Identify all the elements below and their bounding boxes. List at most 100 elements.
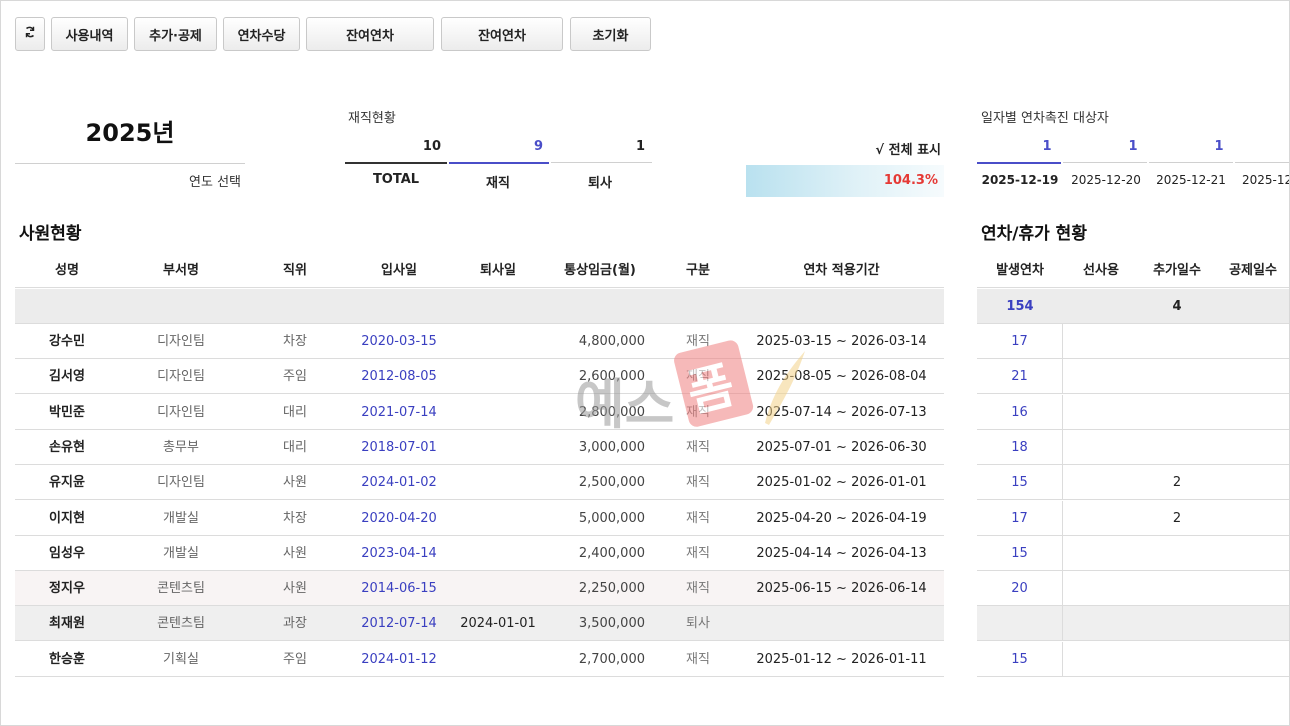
- table-row[interactable]: 강수민 디자인팀 차장 2020-03-15 4,800,000 재직 2025-03-15…: [15, 324, 944, 359]
- tab-total[interactable]: TOTAL: [345, 172, 447, 187]
- promo-date[interactable]: 2025-12: [1234, 173, 1289, 187]
- table-row[interactable]: 임성우 개발실 사원 2023-04-14 2,400,000 재직 2025-04-14 …: [15, 536, 944, 571]
- position: 사원: [283, 581, 307, 597]
- leave-date: [451, 324, 545, 359]
- table-row[interactable]: 이지현 개발실 차장 2020-04-20 5,000,000 재직 2025-04-20 …: [15, 501, 944, 536]
- column-header: 연차 적용기간: [803, 263, 880, 278]
- leave-date: [451, 430, 545, 465]
- employees-section-title: 사원현황: [19, 224, 82, 244]
- divider: [15, 163, 245, 164]
- promo-count[interactable]: 1: [1176, 139, 1262, 154]
- position: 사원: [283, 475, 307, 491]
- employment-status-title: 재직현황: [348, 111, 396, 126]
- table-row[interactable]: 유지윤 디자인팀 사원 2024-01-02 2,500,000 재직 2025-01-02…: [15, 465, 944, 501]
- status: 재직: [686, 510, 710, 526]
- leave-period: 2025-08-05 ~ 2026-08-04: [756, 369, 927, 385]
- app-window: 사용내역 추가·공제 연차수당 잔여연차 잔여연차 초기화 2025년 연도 선…: [0, 0, 1290, 726]
- retired-underline: [551, 162, 652, 163]
- department: 디자인팀: [157, 369, 205, 385]
- position: 주임: [283, 651, 307, 667]
- usage-history-button[interactable]: 사용내역: [51, 17, 128, 51]
- table-row[interactable]: 15: [977, 535, 1289, 571]
- table-row[interactable]: 한승훈 기획실 주임 2024-01-12 2,700,000 재직 2025-01-12 …: [15, 642, 944, 677]
- pre-use: [1063, 359, 1139, 394]
- promo-underline: [1063, 162, 1147, 163]
- join-date: 2020-04-20: [361, 510, 437, 526]
- table-row[interactable]: 15: [977, 641, 1289, 677]
- tab-active[interactable]: 재직: [447, 172, 549, 191]
- status: 퇴사: [686, 616, 710, 632]
- status: 재직: [686, 651, 710, 667]
- show-all-toggle[interactable]: √ 전체 표시: [851, 139, 941, 158]
- pre-use: [1063, 606, 1139, 641]
- column-header: 추가일수: [1153, 263, 1201, 278]
- table-row[interactable]: 21: [977, 359, 1289, 395]
- occurred-leave: 17: [977, 324, 1063, 359]
- table-row[interactable]: 김서영 디자인팀 주임 2012-08-05 2,600,000 재직 2025-08-05…: [15, 359, 944, 395]
- leave-section-title: 연차/휴가 현황: [981, 224, 1087, 244]
- table-row[interactable]: [977, 606, 1289, 642]
- table-row[interactable]: 손유현 총무부 대리 2018-07-01 3,000,000 재직 2025-07-01 …: [15, 430, 944, 465]
- column-header: 성명: [55, 263, 79, 278]
- pre-use: [1063, 642, 1139, 677]
- refresh-icon: [23, 25, 37, 43]
- summary-row: [15, 289, 944, 324]
- department: 개발실: [163, 545, 199, 561]
- table-row[interactable]: 20: [977, 571, 1289, 607]
- status: 재직: [686, 334, 710, 349]
- total-added-days: 4: [1172, 299, 1182, 314]
- table-row[interactable]: 박민준 디자인팀 대리 2021-07-14 2,800,000 재직 2025-07-14…: [15, 395, 944, 430]
- year-select-link[interactable]: 연도 선택: [15, 171, 241, 190]
- add-deduct-button[interactable]: 추가·공제: [134, 17, 217, 51]
- added-days: [1139, 571, 1215, 606]
- department: 디자인팀: [157, 334, 205, 349]
- table-row[interactable]: 17 2: [977, 500, 1289, 536]
- promo-count[interactable]: 1: [1004, 139, 1090, 154]
- table-row[interactable]: 16: [977, 394, 1289, 430]
- join-date: 2023-04-14: [361, 545, 437, 561]
- employee-name: 임성우: [49, 545, 85, 561]
- promo-date[interactable]: 2025-12-21: [1148, 173, 1234, 187]
- remaining-leave-button-2[interactable]: 잔여연차: [441, 17, 563, 51]
- leave-allowance-button[interactable]: 연차수당: [223, 17, 300, 51]
- table-row[interactable]: 15 2: [977, 465, 1289, 501]
- department: 디자인팀: [157, 475, 205, 491]
- join-date: 2012-08-05: [361, 369, 437, 385]
- column-header: 퇴사일: [480, 263, 516, 278]
- deducted-days: [1215, 430, 1289, 465]
- promo-date[interactable]: 2025-12-20: [1063, 173, 1149, 187]
- table-row[interactable]: 정지우 콘텐츠팀 사원 2014-06-15 2,250,000 재직 2025-06-15…: [15, 571, 944, 607]
- promo-active-underline: [977, 162, 1061, 164]
- added-days: [1139, 359, 1215, 394]
- position: 주임: [283, 369, 307, 385]
- table-header-row: 발생연차 선사용 추가일수 공제일수: [977, 253, 1289, 288]
- status: 재직: [686, 475, 710, 491]
- promo-underline: [1235, 162, 1289, 163]
- position: 차장: [283, 334, 307, 349]
- refresh-button[interactable]: [15, 17, 45, 51]
- remaining-leave-button[interactable]: 잔여연차: [306, 17, 434, 51]
- monthly-wage: 2,800,000: [578, 404, 645, 420]
- year-display: 2025년: [85, 119, 175, 147]
- pre-use: [1063, 430, 1139, 465]
- table-row[interactable]: 18: [977, 429, 1289, 465]
- promo-count[interactable]: 1: [1090, 139, 1176, 154]
- promo-date[interactable]: 2025-12-19: [977, 173, 1063, 187]
- department: 콘텐츠팀: [157, 616, 205, 632]
- leave-date: [451, 536, 545, 571]
- total-pre-use: [1063, 289, 1139, 324]
- occurred-leave: 18: [977, 429, 1063, 465]
- leave-date: [451, 642, 545, 677]
- leave-date: [451, 359, 545, 394]
- reset-button[interactable]: 초기화: [570, 17, 651, 51]
- status: 재직: [686, 545, 710, 561]
- leave-period: 2025-01-12 ~ 2026-01-11: [756, 651, 927, 667]
- deducted-days: [1215, 571, 1289, 606]
- total-deducted-days: [1215, 289, 1289, 324]
- added-days: [1139, 395, 1215, 430]
- deducted-days: [1215, 359, 1289, 394]
- tab-retired[interactable]: 퇴사: [549, 172, 651, 191]
- table-row[interactable]: 최재원 콘텐츠팀 과장 2012-07-14 2024-01-01 3,500,000 퇴사: [15, 606, 944, 642]
- join-date: 2018-07-01: [361, 439, 437, 455]
- table-row[interactable]: 17: [977, 324, 1289, 359]
